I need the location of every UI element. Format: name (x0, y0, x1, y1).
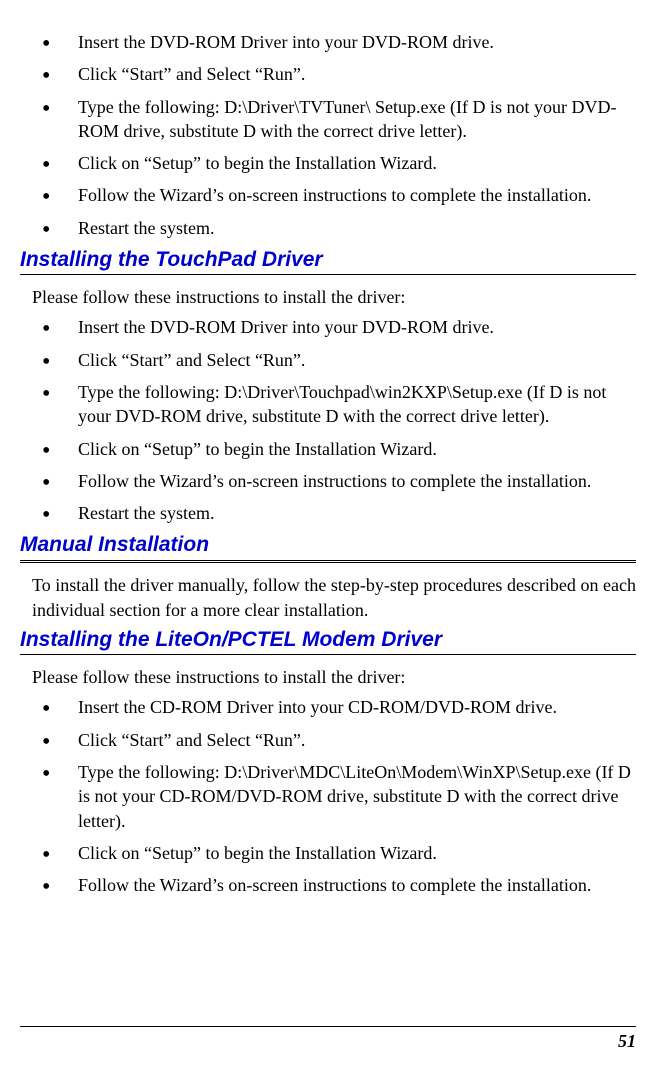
list-item: Click “Start” and Select “Run”. (42, 348, 636, 372)
list-item: Follow the Wizard’s on-screen instructio… (42, 469, 636, 493)
list-item: Restart the system. (42, 501, 636, 525)
section2-list: Insert the DVD-ROM Driver into your DVD-… (42, 315, 636, 525)
list-item: Type the following: D:\Driver\MDC\LiteOn… (42, 760, 636, 833)
page-number: 51 (20, 1026, 636, 1052)
list-item: Follow the Wizard’s on-screen instructio… (42, 873, 636, 897)
list-item: Click “Start” and Select “Run”. (42, 728, 636, 752)
list-item: Click on “Setup” to begin the Installati… (42, 151, 636, 175)
list-item: Follow the Wizard’s on-screen instructio… (42, 183, 636, 207)
list-item: Type the following: D:\Driver\Touchpad\w… (42, 380, 636, 429)
heading-liteon-pctel-modem: Installing the LiteOn/PCTEL Modem Driver (20, 628, 636, 655)
section2-intro: Please follow these instructions to inst… (32, 285, 636, 309)
section4-intro: Please follow these instructions to inst… (32, 665, 636, 689)
heading-touchpad-driver: Installing the TouchPad Driver (20, 248, 636, 275)
list-item: Type the following: D:\Driver\TVTuner\ S… (42, 95, 636, 144)
section1-list: Insert the DVD-ROM Driver into your DVD-… (42, 30, 636, 240)
list-item: Restart the system. (42, 216, 636, 240)
list-item: Insert the DVD-ROM Driver into your DVD-… (42, 30, 636, 54)
list-item: Click on “Setup” to begin the Installati… (42, 437, 636, 461)
list-item: Click on “Setup” to begin the Installati… (42, 841, 636, 865)
list-item: Click “Start” and Select “Run”. (42, 62, 636, 86)
list-item: Insert the DVD-ROM Driver into your DVD-… (42, 315, 636, 339)
section4-list: Insert the CD-ROM Driver into your CD-RO… (42, 695, 636, 897)
list-item: Insert the CD-ROM Driver into your CD-RO… (42, 695, 636, 719)
heading-manual-installation: Manual Installation (20, 533, 636, 563)
section3-intro: To install the driver manually, follow t… (32, 573, 636, 622)
